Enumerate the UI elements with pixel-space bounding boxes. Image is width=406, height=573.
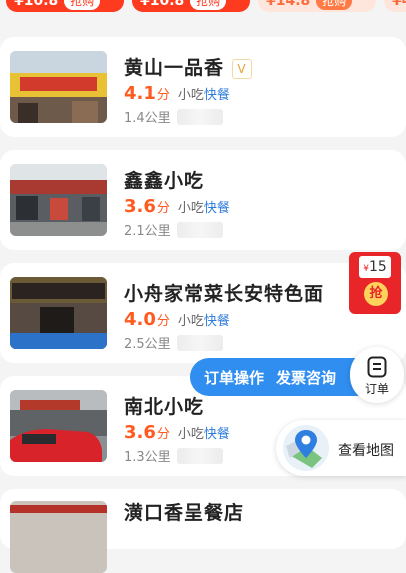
- coupon-strip: ¥10.8 抢购 ¥10.8 抢购 ¥14.8 抢购 ¥4: [0, 0, 406, 14]
- coupon-item[interactable]: ¥10.8 抢购: [132, 0, 250, 12]
- store-name[interactable]: 潢口香呈餐店: [124, 498, 244, 525]
- rating-row: 4.1 分 小吃 快餐: [124, 83, 230, 104]
- store-fast-tag: 快餐: [203, 201, 230, 216]
- store-card[interactable]: 黄山一品香 V 4.1 分 小吃 快餐 1.4公里: [0, 37, 406, 137]
- store-name[interactable]: 黄山一品香 V: [124, 53, 253, 80]
- view-map-button[interactable]: 查看地图: [276, 420, 406, 476]
- store-name-text: 黄山一品香: [124, 57, 225, 79]
- coupon-price: ¥10.8: [140, 0, 185, 9]
- grab-button[interactable]: 抢: [364, 282, 388, 306]
- store-photo: [10, 277, 107, 349]
- store-score: 4.1: [124, 83, 156, 104]
- store-name[interactable]: 鑫鑫小吃: [124, 166, 204, 193]
- store-score: 3.6: [124, 422, 156, 443]
- order-icon: [367, 356, 387, 378]
- store-distance: 1.3公里: [124, 450, 171, 465]
- map-icon: [283, 425, 329, 471]
- invoice-consult-link[interactable]: 发票咨询: [276, 367, 336, 388]
- verified-badge: V: [232, 58, 253, 79]
- view-map-label: 查看地图: [338, 443, 394, 459]
- rating-row: 3.6 分 小吃 快餐: [124, 422, 230, 443]
- order-operations-bar: 订单操作 发票咨询: [190, 358, 370, 396]
- store-name[interactable]: 南北小吃: [124, 392, 204, 419]
- store-photo: [10, 501, 107, 573]
- store-fast-tag: 快餐: [203, 314, 230, 329]
- store-card[interactable]: 鑫鑫小吃 3.6 分 小吃 快餐 2.1公里: [0, 150, 406, 250]
- store-card[interactable]: 潢口香呈餐店: [0, 489, 406, 573]
- coupon-item[interactable]: ¥14.8 抢购: [258, 0, 376, 12]
- distance-row: 1.3公里: [124, 446, 223, 465]
- red-packet-value: 15: [368, 259, 387, 275]
- store-category: 小吃: [177, 88, 204, 103]
- store-score: 4.0: [124, 309, 156, 330]
- order-label: 订单: [364, 382, 389, 396]
- score-unit: 分: [156, 314, 170, 329]
- distance-row: 2.5公里: [124, 333, 223, 352]
- coupon-tag: 抢购: [64, 0, 101, 10]
- coupon-item[interactable]: ¥10.8 抢购: [6, 0, 124, 12]
- store-photo: [10, 164, 107, 236]
- coupon-price: ¥10.8: [14, 0, 59, 9]
- rating-row: 3.6 分 小吃 快餐: [124, 196, 230, 217]
- blurred-address: [176, 447, 223, 464]
- store-category: 小吃: [177, 314, 204, 329]
- store-photo: [10, 390, 107, 462]
- store-photo: [10, 51, 107, 123]
- store-fast-tag: 快餐: [203, 88, 230, 103]
- coupon-tag: 抢购: [190, 0, 227, 10]
- distance-row: 1.4公里: [124, 107, 223, 126]
- store-category: 小吃: [177, 201, 204, 216]
- rating-row: 4.0 分 小吃 快餐: [124, 309, 230, 330]
- store-distance: 1.4公里: [124, 111, 171, 126]
- coupon-tag: 抢购: [316, 0, 353, 10]
- coupon-price: ¥14.8: [266, 0, 311, 9]
- red-packet-float[interactable]: ¥15 抢: [349, 252, 401, 314]
- store-score: 3.6: [124, 196, 156, 217]
- distance-row: 2.1公里: [124, 220, 223, 239]
- blurred-address: [176, 221, 223, 238]
- score-unit: 分: [156, 427, 170, 442]
- coupon-item[interactable]: ¥4: [384, 0, 406, 12]
- blurred-address: [176, 108, 223, 125]
- score-unit: 分: [156, 201, 170, 216]
- store-distance: 2.1公里: [124, 224, 171, 239]
- store-category: 小吃: [177, 427, 204, 442]
- order-button[interactable]: 订单: [350, 347, 404, 403]
- blurred-address: [176, 334, 223, 351]
- coupon-price: ¥4: [392, 0, 406, 9]
- score-unit: 分: [156, 88, 170, 103]
- store-fast-tag: 快餐: [203, 427, 230, 442]
- store-name[interactable]: 小舟家常菜长安特色面: [124, 279, 324, 306]
- red-packet-amount: ¥15: [359, 256, 391, 278]
- store-distance: 2.5公里: [124, 337, 171, 352]
- store-card[interactable]: 小舟家常菜长安特色面 4.0 分 小吃 快餐 2.5公里: [0, 263, 406, 363]
- order-ops-link[interactable]: 订单操作: [204, 367, 264, 388]
